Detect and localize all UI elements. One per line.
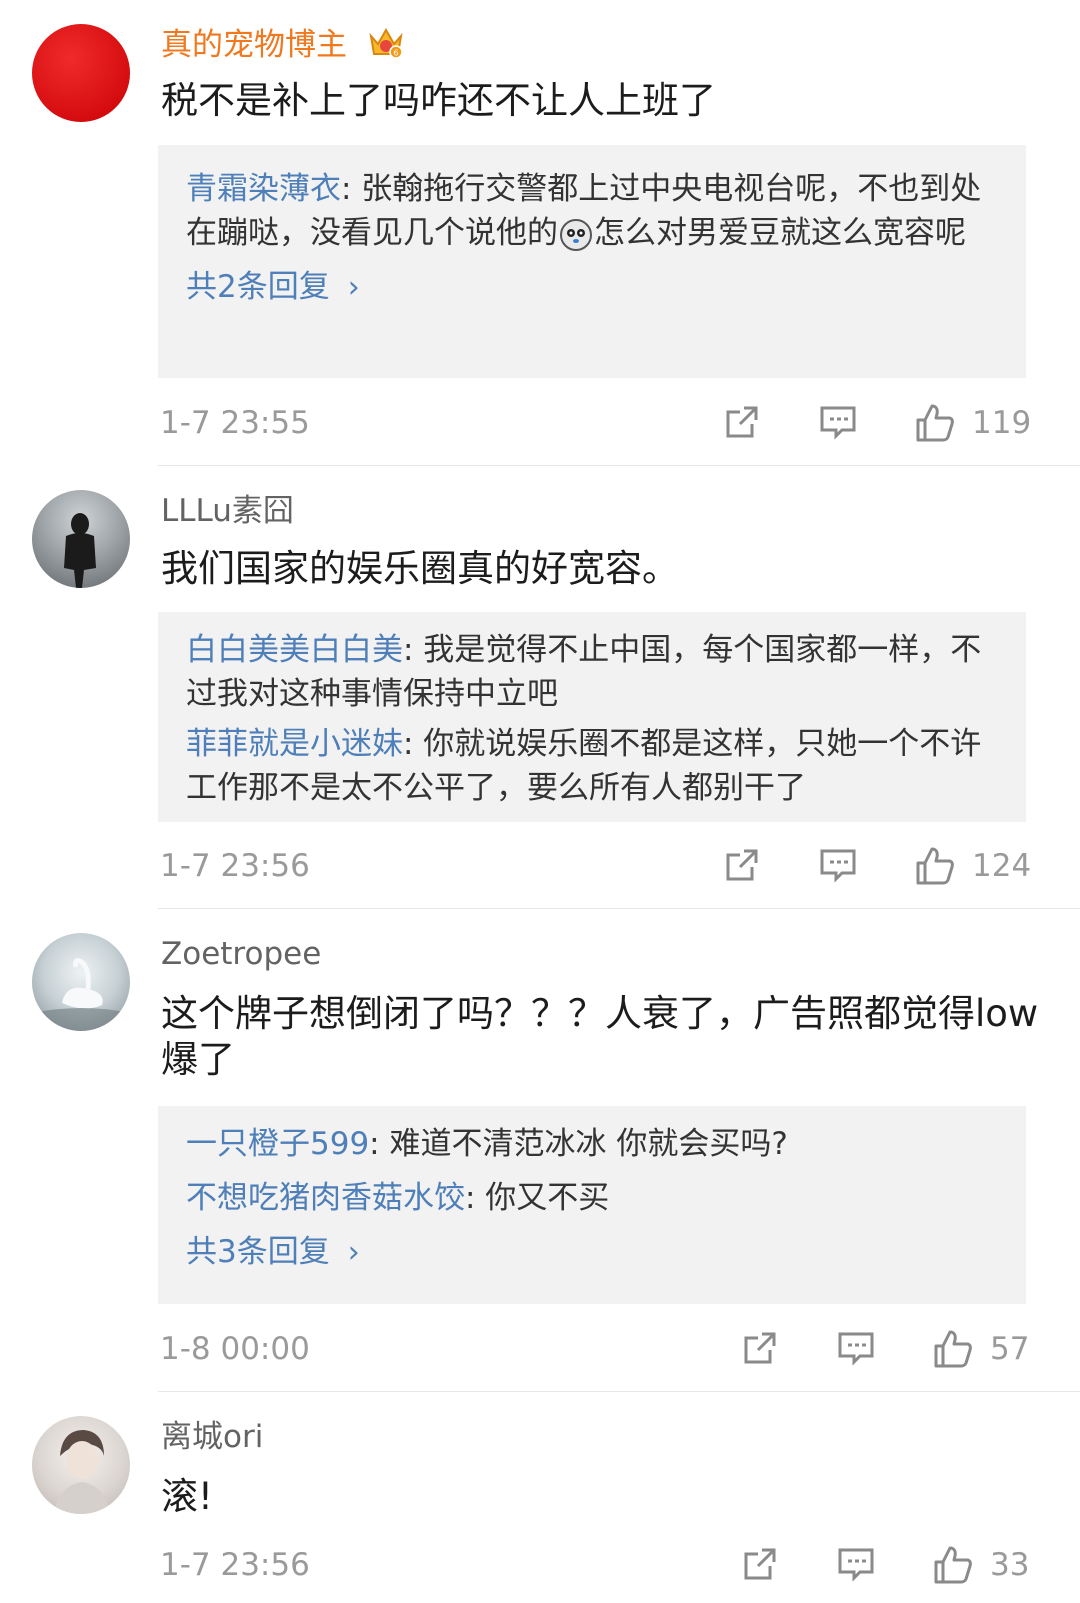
crown-badge-icon: 6 [367, 24, 405, 69]
timestamp: 1-7 23:56 [160, 1547, 310, 1583]
comment-footer: 1-7 23:55 119 [160, 398, 1031, 448]
comment-item: Zoetropee 这个牌子想倒闭了吗？？？人衰了，广告照都觉得low爆了 一只… [0, 909, 1080, 1392]
comment-icon[interactable] [818, 402, 858, 446]
panda-face-icon [560, 218, 592, 251]
avatar[interactable] [32, 24, 130, 122]
reply-box[interactable]: 白白美美白白美: 我是觉得不止中国，每个国家都一样，不过我对这种事情保持中立吧 … [158, 612, 1026, 822]
avatar[interactable] [32, 1416, 130, 1514]
more-replies-link[interactable]: 共2条回复 › [186, 265, 998, 310]
reply-item[interactable]: 不想吃猪肉香菇水饺: 你又不买 [186, 1176, 998, 1220]
reply-item[interactable]: 一只橙子599: 难道不清范冰冰 你就会买吗? [186, 1122, 998, 1166]
reply-username[interactable]: 白白美美白白美 [186, 632, 403, 668]
like-icon[interactable] [914, 402, 956, 448]
comment-text: 这个牌子想倒闭了吗？？？人衰了，广告照都觉得low爆了 [161, 992, 1039, 1081]
comment-footer: 1-7 23:56 33 [160, 1540, 1030, 1590]
like-count: 33 [990, 1547, 1030, 1583]
like-icon[interactable] [932, 1544, 974, 1590]
timestamp: 1-7 23:55 [160, 405, 310, 441]
chevron-right-icon: › [347, 270, 360, 305]
reply-text: : 难道不清范冰冰 你就会买吗? [369, 1126, 788, 1162]
svg-text:6: 6 [393, 49, 398, 58]
reply-username[interactable]: 菲菲就是小迷妹 [186, 726, 403, 762]
reply-item[interactable]: 菲菲就是小迷妹: 你就说娱乐圈不都是这样，只她一个不许工作那不是太不公平了，要么… [186, 722, 998, 810]
share-icon[interactable] [722, 845, 762, 889]
reply-box[interactable]: 青霜染薄衣: 张翰拖行交警都上过中央电视台呢，不也到处在蹦哒，没看见几个说他的 … [158, 145, 1026, 378]
comment-footer: 1-7 23:56 124 [160, 841, 1031, 891]
like-count: 57 [990, 1331, 1030, 1367]
like-icon[interactable] [932, 1328, 974, 1374]
comment-item: LLLu素囧 我们国家的娱乐圈真的好宽容。 白白美美白白美: 我是觉得不止中国，… [0, 466, 1080, 909]
comment-item: 真的宠物博主 6 税不是补上了吗咋还不让人上班了 青霜染薄衣: 张翰拖行交警都上… [0, 0, 1080, 466]
comment-text: 滚! [161, 1475, 213, 1518]
reply-text: 怎么对男爱豆就这么宽容呢 [594, 215, 966, 251]
reply-item[interactable]: 青霜染薄衣: 张翰拖行交警都上过中央电视台呢，不也到处在蹦哒，没看见几个说他的 … [186, 167, 998, 255]
username[interactable]: 真的宠物博主 6 [161, 24, 405, 69]
comment-text: 税不是补上了吗咋还不让人上班了 [161, 79, 716, 122]
reply-username[interactable]: 青霜染薄衣 [186, 171, 341, 207]
reply-item[interactable]: 白白美美白白美: 我是觉得不止中国，每个国家都一样，不过我对这种事情保持中立吧 [186, 628, 998, 716]
like-icon[interactable] [914, 845, 956, 891]
reply-username[interactable]: 一只橙子599 [186, 1126, 369, 1162]
avatar[interactable] [32, 933, 130, 1031]
username[interactable]: Zoetropee [161, 935, 321, 973]
more-replies-link[interactable]: 共3条回复 › [186, 1230, 998, 1275]
comment-item: 离城ori 滚! 1-7 23:56 33 [0, 1392, 1080, 1603]
like-count: 119 [972, 405, 1032, 441]
chevron-right-icon: › [347, 1235, 360, 1270]
reply-box[interactable]: 一只橙子599: 难道不清范冰冰 你就会买吗? 不想吃猪肉香菇水饺: 你又不买 … [158, 1106, 1026, 1304]
reply-text: : 你又不买 [465, 1180, 610, 1216]
username[interactable]: LLLu素囧 [161, 492, 294, 530]
timestamp: 1-7 23:56 [160, 848, 310, 884]
username[interactable]: 离城ori [161, 1418, 263, 1456]
comment-icon[interactable] [836, 1328, 876, 1372]
share-icon[interactable] [722, 402, 762, 446]
reply-username[interactable]: 不想吃猪肉香菇水饺 [186, 1180, 465, 1216]
share-icon[interactable] [740, 1328, 780, 1372]
like-count: 124 [972, 848, 1032, 884]
username-label[interactable]: 真的宠物博主 [161, 27, 347, 63]
comment-footer: 1-8 00:00 57 [160, 1324, 1030, 1374]
timestamp: 1-8 00:00 [160, 1331, 310, 1367]
share-icon[interactable] [740, 1544, 780, 1588]
comment-icon[interactable] [836, 1544, 876, 1588]
avatar[interactable] [32, 490, 130, 588]
comment-text: 我们国家的娱乐圈真的好宽容。 [161, 547, 679, 590]
comment-icon[interactable] [818, 845, 858, 889]
